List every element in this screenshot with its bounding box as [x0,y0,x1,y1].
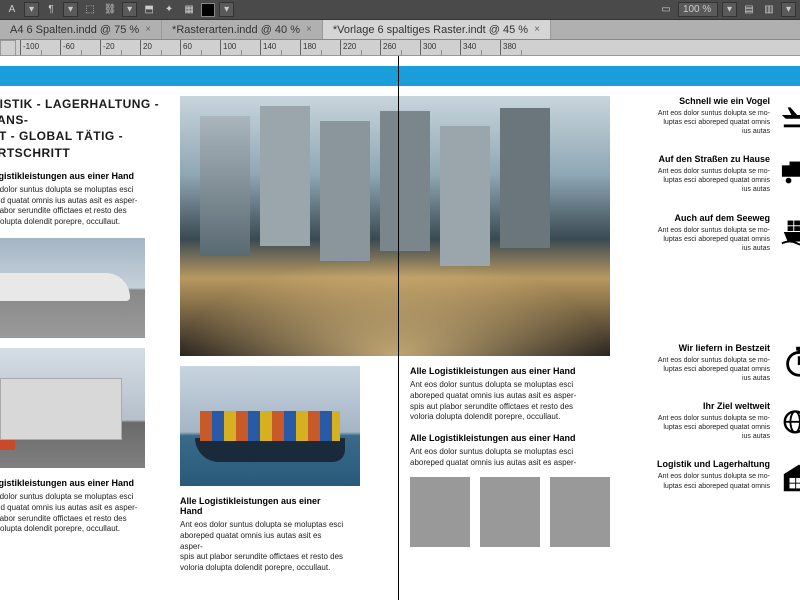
subhead: Alle Logistikleistungen aus einer Hand [410,366,610,376]
ship-icon [778,213,800,249]
subhead: e Logistikleistungen aus einer Hand [0,171,180,181]
fill-dropdown[interactable]: ▾ [219,2,234,17]
subhead: Alle Logistikleistungen aus einer Hand [180,496,345,516]
body-text: Ant eos dolor suntus dolupta se moluptas… [180,520,345,574]
feature-body: Ant eos dolor suntus dolupta se mo- lupt… [620,109,770,136]
effects-icon[interactable]: ✦ [161,2,177,18]
image-airplane [0,238,145,338]
main-content: Alle Logistikleistungen aus einer Hand A… [180,96,620,574]
page-spine [398,56,399,600]
align-dropdown[interactable]: ▾ [63,2,78,17]
ruler-tick: 220 [340,40,380,55]
feature-item: Auf den Straßen zu Hause Ant eos dolor su… [620,154,800,194]
chain-icon[interactable]: ⛓ [102,2,118,18]
image-placeholder [480,477,540,547]
body-text: Ant eos dolor suntus dolupta se moluptas… [410,380,610,423]
feature-title: Wir liefern in Bestzeit [620,343,770,353]
column-right-text: Alle Logistikleistungen aus einer Hand A… [410,366,610,574]
header-color-bar [0,66,800,86]
document-tab-2[interactable]: *Vorlage 6 spaltiges Raster.indt @ 45 % … [323,20,551,39]
workspace-dropdown[interactable]: ▾ [781,2,796,17]
feature-item: Ihr Ziel weltweit Ant eos dolor suntus do… [620,401,800,441]
subhead: e Logistikleistungen aus einer Hand [0,478,180,488]
sidebar-features: Schnell wie ein Vogel Ant eos dolor suntu… [620,96,800,513]
image-container-ship [180,366,360,486]
screen-mode-icon[interactable]: ▤ [741,2,757,18]
feature-body: Ant eos dolor suntus dolupta se mo- lupt… [620,472,770,490]
placeholder-row [410,477,610,547]
airplane-icon [778,96,800,132]
arrange-docs-icon[interactable]: ▥ [761,2,777,18]
feature-title: Auf den Straßen zu Hause [620,154,770,164]
headline-text: OGISTIK - LAGERHALTUNG - TRANS- ORT - GL… [0,96,180,161]
ruler-origin[interactable] [0,40,16,56]
tab-label: A4 6 Spalten.indd @ 75 % [10,24,139,36]
feature-item: Schnell wie ein Vogel Ant eos dolor suntu… [620,96,800,136]
ruler-tick: 60 [180,40,220,55]
font-dropdown[interactable]: ▾ [24,2,39,17]
feature-body: Ant eos dolor suntus dolupta se mo- lupt… [620,226,770,253]
close-icon[interactable]: × [534,24,540,35]
ruler-tick: 340 [460,40,500,55]
column-ship: Alle Logistikleistungen aus einer Hand A… [180,366,345,574]
image-placeholder [410,477,470,547]
ruler-tick: -60 [60,40,100,55]
horizontal-ruler[interactable]: -140-100-60-2020601001401802202603003403… [0,40,800,56]
close-icon[interactable]: × [145,24,151,35]
link-icon[interactable]: ⬚ [82,2,98,18]
zoom-dropdown[interactable]: ▾ [722,2,737,17]
options-toolbar: A ▾ ¶ ▾ ⬚ ⛓ ▾ ⬒ ✦ ▦ ▾ ▭ 100 % ▾ ▤ ▥ ▾ [0,0,800,20]
ruler-tick: 380 [500,40,540,55]
fill-swatch-icon[interactable] [201,3,215,17]
stroke-dropdown[interactable]: ▾ [122,2,137,17]
ruler-tick: 140 [260,40,300,55]
feature-title: Auch auf dem Seeweg [620,213,770,223]
ruler-tick: 20 [140,40,180,55]
body-text: Ant eos dolor suntus dolupta se moluptas… [410,447,610,469]
ruler-tick: 300 [420,40,460,55]
view-mode-icon[interactable]: ▭ [658,2,674,18]
stopwatch-icon [778,343,800,379]
globe-pin-icon [778,401,800,437]
text-tool-icon[interactable]: A [4,2,20,18]
document-tab-0[interactable]: A4 6 Spalten.indd @ 75 % × [0,20,162,39]
image-placeholder [550,477,610,547]
tab-label: *Rasterarten.indd @ 40 % [172,24,300,36]
ruler-tick: 180 [300,40,340,55]
ruler-tick: 260 [380,40,420,55]
feature-body: Ant eos dolor suntus dolupta se mo- lupt… [620,167,770,194]
document-canvas[interactable]: OGISTIK - LAGERHALTUNG - TRANS- ORT - GL… [0,56,800,600]
wrap-icon[interactable]: ▦ [181,2,197,18]
document-tab-1[interactable]: *Rasterarten.indd @ 40 % × [162,20,323,39]
paragraph-icon[interactable]: ¶ [43,2,59,18]
document-tabbar: A4 6 Spalten.indd @ 75 % × *Rasterarten.… [0,20,800,40]
truck-icon [778,154,800,190]
feature-title: Logistik und Lagerhaltung [620,459,770,469]
image-truck [0,348,145,468]
feature-body: Ant eos dolor suntus dolupta se mo- lupt… [620,414,770,441]
feature-body: Ant eos dolor suntus dolupta se mo- lupt… [620,356,770,383]
feature-title: Schnell wie ein Vogel [620,96,770,106]
feature-item: Logistik und Lagerhaltung Ant eos dolor s… [620,459,800,495]
feature-item: Wir liefern in Bestzeit Ant eos dolor sun… [620,343,800,383]
feature-item: Auch auf dem Seeweg Ant eos dolor suntus … [620,213,800,253]
feature-title: Ihr Ziel weltweit [620,401,770,411]
ruler-tick: -100 [20,40,60,55]
tab-label: *Vorlage 6 spaltiges Raster.indt @ 45 % [333,24,528,36]
subhead: Alle Logistikleistungen aus einer Hand [410,433,610,443]
left-page-content: OGISTIK - LAGERHALTUNG - TRANS- ORT - GL… [0,96,180,535]
body-text: t eos dolor suntus dolupta se moluptas e… [0,185,180,228]
warehouse-icon [778,459,800,495]
ruler-tick: 100 [220,40,260,55]
arrange-icon[interactable]: ⬒ [141,2,157,18]
body-text: t eos dolor suntus dolupta se moluptas e… [0,492,180,535]
zoom-field[interactable]: 100 % [678,2,718,17]
close-icon[interactable]: × [306,24,312,35]
ruler-tick: -20 [100,40,140,55]
image-city-hero [180,96,610,356]
